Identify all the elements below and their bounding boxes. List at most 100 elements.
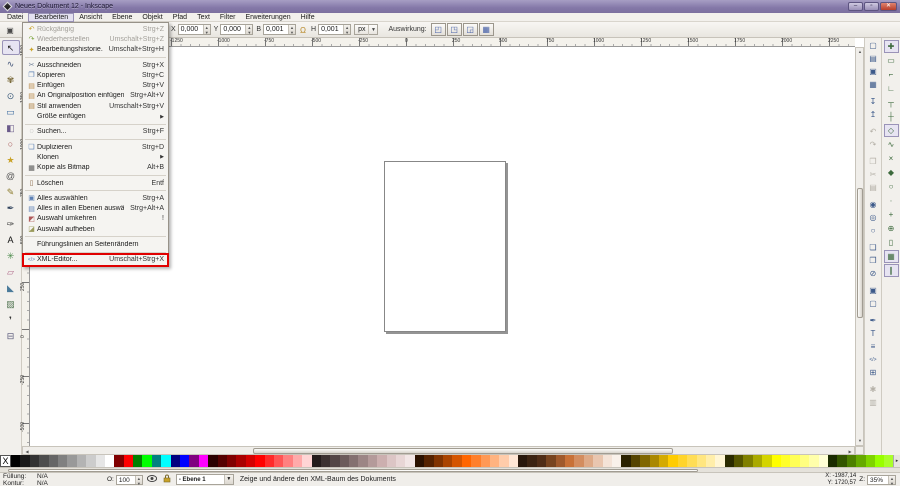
export-image-button[interactable]: ↥ bbox=[866, 109, 880, 121]
color-swatch[interactable] bbox=[875, 455, 884, 467]
color-swatch[interactable] bbox=[142, 455, 151, 467]
menubar-item-ansicht[interactable]: Ansicht bbox=[74, 13, 107, 22]
spiral-tool[interactable]: @ bbox=[2, 168, 20, 183]
color-swatch[interactable] bbox=[152, 455, 161, 467]
color-swatch[interactable] bbox=[171, 455, 180, 467]
preferences-button[interactable]: ✱ bbox=[866, 384, 880, 396]
color-swatch[interactable] bbox=[368, 455, 377, 467]
maximize-button[interactable]: ▫ bbox=[864, 2, 879, 11]
y-input[interactable]: 0,000 bbox=[221, 25, 245, 34]
cut-button[interactable]: ✂ bbox=[866, 169, 880, 181]
color-swatch[interactable] bbox=[96, 455, 105, 467]
x-input[interactable]: 0,000 bbox=[179, 25, 203, 34]
zoom-input[interactable]: 35% bbox=[868, 476, 888, 484]
color-swatch[interactable] bbox=[86, 455, 95, 467]
color-swatch[interactable] bbox=[481, 455, 490, 467]
bezier-pen-tool[interactable]: ✒ bbox=[2, 200, 20, 215]
color-swatch[interactable] bbox=[434, 455, 443, 467]
opacity-spinner[interactable]: ▲▼ bbox=[135, 476, 142, 484]
open-document-button[interactable]: ▤ bbox=[866, 53, 880, 65]
import-image-button[interactable]: ↧ bbox=[866, 96, 880, 108]
color-swatch[interactable] bbox=[565, 455, 574, 467]
color-swatch[interactable] bbox=[668, 455, 677, 467]
color-swatch[interactable] bbox=[546, 455, 555, 467]
snap-path-intersection-toggle[interactable]: × bbox=[884, 152, 899, 165]
zoom-to-page-button[interactable]: ○ bbox=[866, 225, 880, 237]
vertical-scrollbar[interactable]: ▲ ▼ bbox=[855, 47, 864, 446]
color-swatch[interactable] bbox=[612, 455, 621, 467]
color-swatch[interactable] bbox=[39, 455, 48, 467]
snap-bbox-center-toggle[interactable]: ┼ bbox=[884, 110, 899, 123]
menubar-item-erweiterungen[interactable]: Erweiterungen bbox=[240, 13, 295, 22]
height-input[interactable]: 0,001 bbox=[319, 25, 343, 34]
menubar-item-filter[interactable]: Filter bbox=[215, 13, 241, 22]
color-swatch[interactable] bbox=[828, 455, 837, 467]
document-page[interactable] bbox=[384, 161, 506, 332]
color-swatch[interactable] bbox=[199, 455, 208, 467]
snap-grid-toggle[interactable]: ▦ bbox=[884, 250, 899, 263]
no-color-swatch[interactable]: X bbox=[0, 455, 11, 467]
color-swatch[interactable] bbox=[208, 455, 217, 467]
color-swatch[interactable] bbox=[114, 455, 123, 467]
dropper-tool[interactable]: ❜ bbox=[2, 312, 20, 327]
color-swatch[interactable] bbox=[424, 455, 433, 467]
color-swatch[interactable] bbox=[293, 455, 302, 467]
color-swatch[interactable] bbox=[697, 455, 706, 467]
layers-dialog-button[interactable]: ≡ bbox=[866, 341, 880, 353]
color-swatch[interactable] bbox=[415, 455, 424, 467]
color-swatch[interactable] bbox=[161, 455, 170, 467]
redo-button[interactable]: ↷ bbox=[866, 139, 880, 151]
color-swatch[interactable] bbox=[218, 455, 227, 467]
eraser-tool[interactable]: ▱ bbox=[2, 264, 20, 279]
menu-item-bearbeitungshistorie-[interactable]: ✦Bearbeitungshistorie...Umschalt+Strg+H bbox=[24, 45, 167, 55]
text-dialog-button[interactable]: T bbox=[866, 328, 880, 340]
color-swatch[interactable] bbox=[227, 455, 236, 467]
snap-bbox-toggle[interactable]: ▭ bbox=[884, 54, 899, 67]
menu-item-löschen[interactable]: ▯LöschenEntf bbox=[24, 178, 167, 188]
color-swatch[interactable] bbox=[762, 455, 771, 467]
color-swatch[interactable] bbox=[866, 455, 875, 467]
align-distribute-dialog-button[interactable]: ⊞ bbox=[866, 367, 880, 379]
color-swatch[interactable] bbox=[189, 455, 198, 467]
snap-smooth-node-toggle[interactable]: ○ bbox=[884, 180, 899, 193]
close-button[interactable]: ✕ bbox=[880, 2, 897, 11]
lock-ratio-icon[interactable]: Ω bbox=[296, 24, 310, 36]
color-swatch[interactable] bbox=[574, 455, 583, 467]
gradient-tool[interactable]: ▨ bbox=[2, 296, 20, 311]
create-clone-button[interactable]: ❐ bbox=[866, 255, 880, 267]
color-swatch[interactable] bbox=[20, 455, 29, 467]
color-swatch[interactable] bbox=[58, 455, 67, 467]
menu-item-kopieren[interactable]: ❐KopierenStrg+C bbox=[24, 70, 167, 80]
color-swatch[interactable] bbox=[790, 455, 799, 467]
menubar-item-bearbeiten[interactable]: Bearbeiten bbox=[28, 13, 74, 22]
snap-bbox-corner-toggle[interactable]: ∟ bbox=[884, 82, 899, 95]
y-spinner[interactable]: ▲▼ bbox=[245, 25, 252, 34]
ungroup-button[interactable]: ▢ bbox=[866, 298, 880, 310]
horizontal-scrollbar[interactable]: ◀ ▶ bbox=[22, 446, 855, 455]
color-swatch[interactable] bbox=[330, 455, 339, 467]
width-spinner[interactable]: ▲▼ bbox=[288, 25, 295, 34]
menu-item-alles-auswählen[interactable]: ▣Alles auswählenStrg+A bbox=[24, 193, 167, 203]
color-swatch[interactable] bbox=[659, 455, 668, 467]
color-swatch[interactable] bbox=[800, 455, 809, 467]
vertical-scroll-thumb[interactable] bbox=[857, 188, 863, 318]
menu-item-auswahl-aufheben[interactable]: ◪Auswahl aufheben bbox=[24, 224, 167, 234]
layer-visibility-icon[interactable] bbox=[146, 475, 158, 484]
palette-scroll-right-icon[interactable]: ▸ bbox=[893, 455, 900, 467]
color-swatch[interactable] bbox=[743, 455, 752, 467]
color-swatch[interactable] bbox=[274, 455, 283, 467]
unlink-clone-button[interactable]: ⊘ bbox=[866, 268, 880, 280]
select-all-button[interactable]: ▣ bbox=[3, 24, 17, 36]
snap-guides-toggle[interactable]: ∥ bbox=[884, 264, 899, 277]
copy-button[interactable]: ❐ bbox=[866, 156, 880, 168]
menu-item-wiederherstellen[interactable]: ↷WiederherstellenUmschalt+Strg+Z bbox=[24, 34, 167, 44]
color-swatch[interactable] bbox=[255, 455, 264, 467]
color-swatch[interactable] bbox=[452, 455, 461, 467]
color-swatch[interactable] bbox=[725, 455, 734, 467]
color-swatch[interactable] bbox=[856, 455, 865, 467]
duplicate-button[interactable]: ❏ bbox=[866, 242, 880, 254]
color-swatch[interactable] bbox=[819, 455, 828, 467]
menu-item-ausschneiden[interactable]: ✂AusschneidenStrg+X bbox=[24, 60, 167, 70]
ellipse-tool[interactable]: ○ bbox=[2, 136, 20, 151]
x-spinner[interactable]: ▲▼ bbox=[203, 25, 210, 34]
